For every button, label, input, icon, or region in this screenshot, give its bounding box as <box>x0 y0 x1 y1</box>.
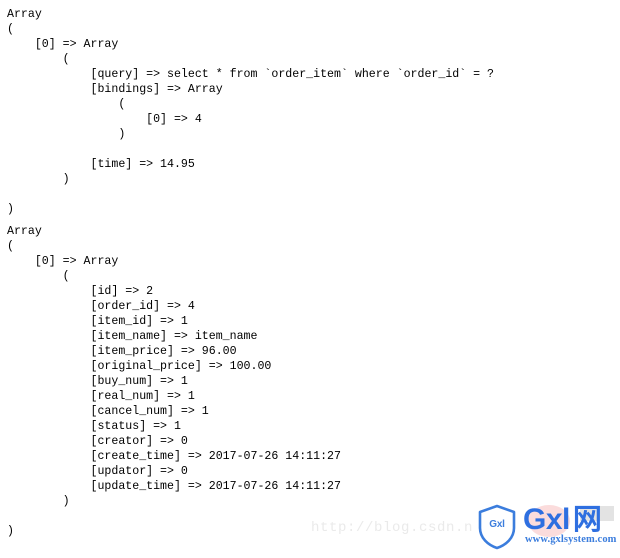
order-item-rows-dump: Array ( [0] => Array ( [id] => 2 [order_… <box>7 225 341 538</box>
print-r-output-root: Array ( [0] => Array ( [query] => select… <box>0 0 620 558</box>
query-log-dump: Array ( [0] => Array ( [query] => select… <box>7 8 495 216</box>
